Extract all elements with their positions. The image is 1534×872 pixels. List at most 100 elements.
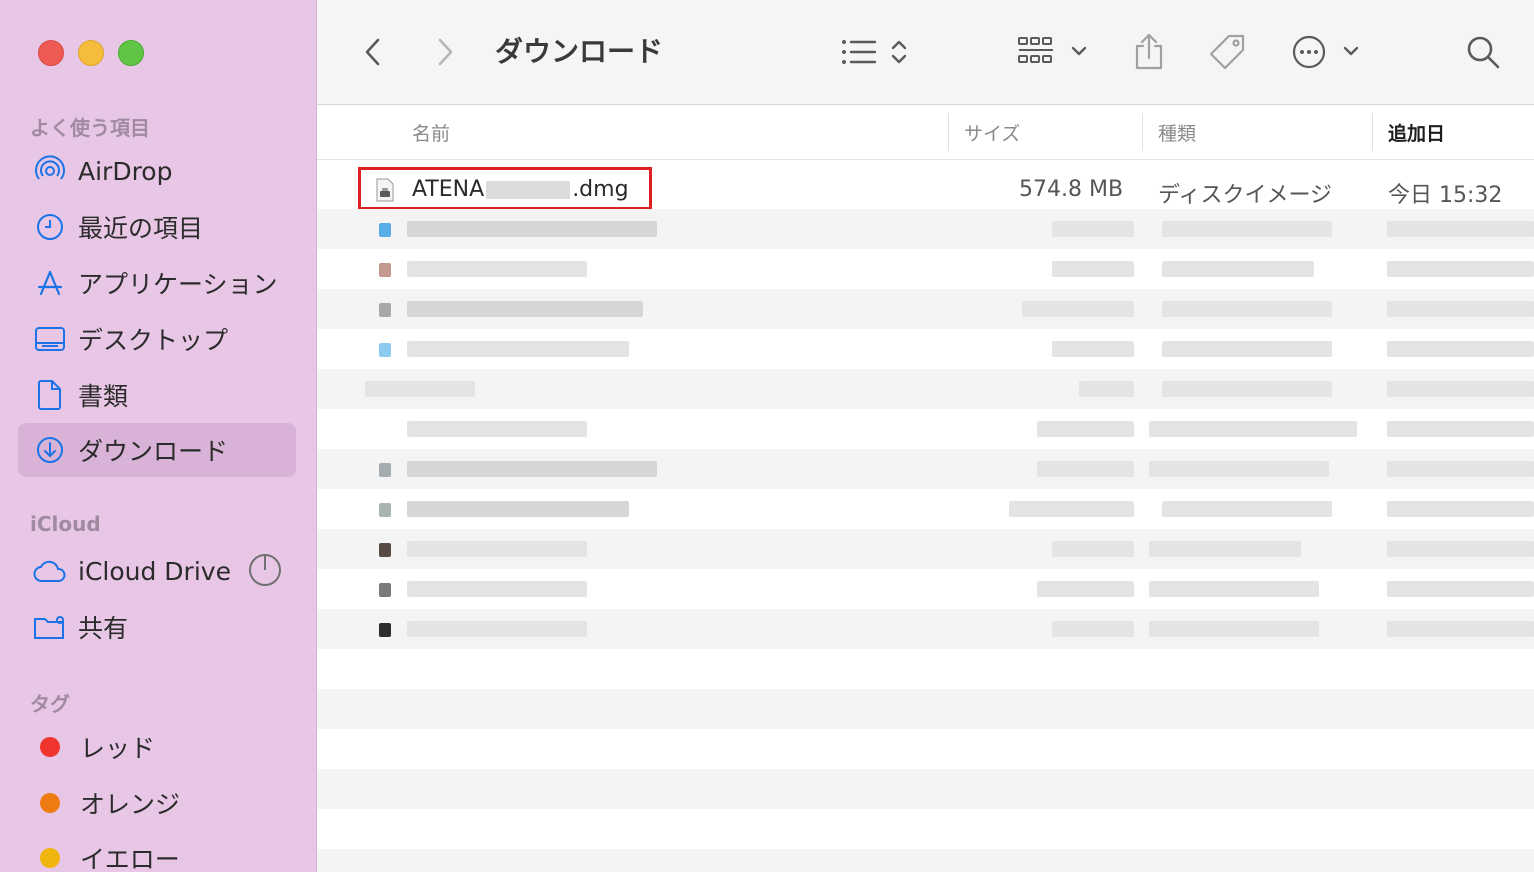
airdrop-icon — [32, 153, 68, 189]
yellow-tag-dot-icon — [40, 848, 60, 868]
sidebar-item-icloud-drive[interactable]: iCloud Drive — [18, 544, 296, 598]
blurred-text — [407, 581, 587, 597]
icloud-sync-progress-icon — [248, 553, 282, 591]
blurred-text — [1009, 501, 1134, 517]
blurred-text — [1149, 541, 1301, 557]
table-row[interactable] — [317, 409, 1534, 449]
blurred-text — [1387, 501, 1534, 517]
view-mode-button[interactable] — [837, 28, 917, 76]
sidebar-item-shared[interactable]: 共有 — [18, 600, 296, 654]
close-window-button[interactable] — [38, 40, 64, 66]
column-header-size[interactable]: サイズ — [964, 119, 1020, 146]
sidebar-item-label: 書類 — [78, 382, 129, 411]
sidebar-item-label: AirDrop — [78, 156, 173, 186]
blurred-text — [407, 261, 587, 277]
window-title: ダウンロード — [495, 35, 664, 68]
table-row[interactable] — [317, 369, 1534, 409]
shared-folder-icon — [32, 609, 68, 645]
blurred-text — [407, 541, 587, 557]
blurred-text — [1162, 261, 1314, 277]
redacted-text — [486, 181, 571, 199]
blurred-text — [1149, 621, 1319, 637]
sidebar-item-airdrop[interactable]: AirDrop — [18, 144, 296, 198]
zoom-window-button[interactable] — [118, 40, 144, 66]
sidebar-item-recents[interactable]: 最近の項目 — [18, 200, 296, 254]
blurred-text — [1387, 341, 1534, 357]
file-size: 574.8 MB — [1019, 177, 1124, 202]
blurred-text — [1387, 421, 1534, 437]
column-divider[interactable] — [1372, 113, 1373, 151]
blurred-file-icon — [379, 343, 391, 357]
sidebar-item-desktop[interactable]: デスクトップ — [18, 312, 296, 366]
table-row[interactable] — [317, 209, 1534, 249]
table-row[interactable]: ATENA .dmg 574.8 MB ディスクイメージ 今日 15:32 — [317, 169, 1534, 209]
blurred-text — [407, 501, 629, 517]
blurred-text — [407, 621, 587, 637]
back-button[interactable] — [353, 28, 393, 76]
column-header-name[interactable]: 名前 — [412, 119, 450, 146]
blurred-file-icon — [379, 543, 391, 557]
blurred-text — [1162, 501, 1332, 517]
tags-button[interactable] — [1205, 28, 1249, 76]
search-button[interactable] — [1463, 28, 1503, 76]
table-row[interactable] — [317, 569, 1534, 609]
sidebar: よく使う項目 AirDrop 最近の項目 アプリケーション デスクトップ 書類 … — [0, 0, 317, 872]
group-button[interactable] — [1017, 28, 1093, 76]
blurred-file-icon — [379, 503, 391, 517]
chevron-left-icon — [365, 38, 380, 66]
more-actions-button[interactable] — [1291, 28, 1363, 76]
table-row[interactable] — [317, 289, 1534, 329]
sidebar-item-label: アプリケーション — [78, 270, 278, 299]
blurred-text — [1079, 381, 1134, 397]
sidebar-tag-yellow[interactable]: イエロー — [18, 831, 296, 872]
empty-row — [317, 689, 1534, 729]
blurred-text — [407, 421, 587, 437]
blurred-text — [1387, 381, 1534, 397]
blurred-text — [1149, 421, 1357, 437]
forward-button[interactable] — [425, 28, 465, 76]
disk-image-file-icon — [376, 178, 394, 202]
table-row[interactable] — [317, 529, 1534, 569]
list-view-icon — [842, 40, 907, 64]
blurred-file-icon — [379, 463, 391, 477]
empty-row — [317, 769, 1534, 809]
blurred-text — [1037, 461, 1134, 477]
blurred-text — [1037, 421, 1134, 437]
blurred-text — [1149, 461, 1329, 477]
sidebar-tag-orange[interactable]: オレンジ — [18, 776, 296, 830]
blurred-text — [1387, 621, 1534, 637]
column-header-kind[interactable]: 種類 — [1158, 119, 1196, 146]
share-button[interactable] — [1129, 28, 1169, 76]
search-icon — [1467, 36, 1500, 69]
blurred-text — [407, 301, 643, 317]
orange-tag-dot-icon — [40, 793, 60, 813]
sidebar-item-downloads[interactable]: ダウンロード — [18, 423, 296, 477]
sidebar-item-label: オレンジ — [80, 790, 181, 819]
sidebar-tag-red[interactable]: レッド — [18, 720, 296, 774]
sidebar-item-documents[interactable]: 書類 — [18, 368, 296, 422]
blurred-text — [1037, 581, 1134, 597]
table-row[interactable] — [317, 489, 1534, 529]
sidebar-item-applications[interactable]: アプリケーション — [18, 256, 296, 310]
column-header-date-added[interactable]: 追加日 — [1388, 119, 1445, 146]
grid-group-icon — [1018, 37, 1087, 63]
icloud-header: iCloud — [30, 512, 101, 536]
table-row[interactable] — [317, 249, 1534, 289]
column-divider[interactable] — [948, 113, 949, 151]
empty-row — [317, 729, 1534, 769]
table-row[interactable] — [317, 449, 1534, 489]
tags-header: タグ — [30, 692, 70, 716]
minimize-window-button[interactable] — [78, 40, 104, 66]
file-name-suffix: .dmg — [572, 177, 629, 202]
table-row[interactable] — [317, 609, 1534, 649]
empty-row — [317, 849, 1534, 872]
desktop-icon — [32, 321, 68, 357]
blurred-text — [1162, 341, 1332, 357]
blurred-text — [1387, 261, 1534, 277]
file-list[interactable]: 名前 サイズ 種類 追加日 ATENA .dmg 574.8 MB ディスクイメー… — [317, 105, 1534, 872]
document-icon — [32, 377, 68, 413]
column-divider[interactable] — [1142, 113, 1143, 151]
file-date-added: 今日 15:32 — [1388, 183, 1503, 208]
table-row[interactable] — [317, 329, 1534, 369]
blurred-text — [1052, 341, 1134, 357]
